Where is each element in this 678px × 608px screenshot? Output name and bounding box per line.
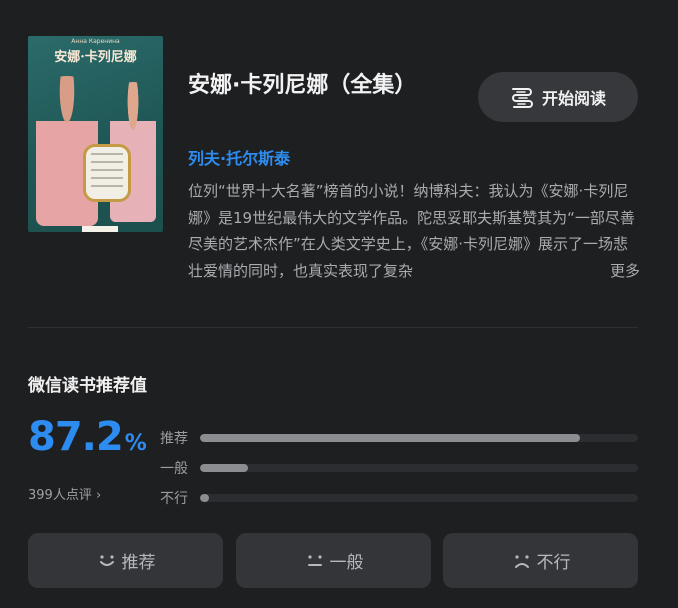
- rating-heading: 微信读书推荐值: [28, 376, 147, 396]
- cover-frame: [83, 144, 131, 202]
- vote-label: 推荐: [121, 553, 156, 573]
- read-book-icon: [511, 88, 533, 108]
- bar-label: 不行: [160, 491, 188, 507]
- frown-icon: [514, 554, 529, 568]
- book-cover[interactable]: Анна Каренина 安娜·卡列尼娜: [28, 36, 163, 232]
- smile-icon: [99, 554, 114, 566]
- recommend-score: 87.2%: [28, 414, 147, 460]
- cover-title: 安娜·卡列尼娜: [54, 50, 137, 65]
- bar-fill: [200, 494, 209, 502]
- review-count-link[interactable]: 399人点评 ›: [28, 484, 101, 503]
- start-reading-button[interactable]: 开始阅读: [478, 72, 638, 122]
- book-description: 位列“世界十大名著”榜首的小说！纳博科夫：我认为《安娜·卡列尼娜》是19世纪最伟…: [188, 178, 640, 284]
- more-link[interactable]: 更多: [605, 258, 640, 284]
- bar-track: [200, 434, 638, 442]
- bar-track: [200, 464, 638, 472]
- vote-recommend-button[interactable]: 推荐: [28, 533, 223, 588]
- bar-fill: [200, 464, 249, 472]
- bar-track: [200, 494, 638, 502]
- chevron-right-icon: ›: [95, 488, 102, 503]
- rating-bar-row: 一般: [160, 453, 638, 483]
- vote-dislike-button[interactable]: 不行: [443, 533, 638, 588]
- vote-label: 一般: [329, 553, 364, 573]
- rating-distribution: 推荐 一般 不行: [160, 423, 638, 513]
- rating-bar-row: 推荐: [160, 423, 638, 453]
- vote-label: 不行: [536, 553, 571, 573]
- rating-bar-row: 不行: [160, 483, 638, 513]
- start-reading-label: 开始阅读: [541, 89, 606, 108]
- bar-label: 一般: [160, 461, 188, 477]
- book-detail-page: Анна Каренина 安娜·卡列尼娜 安娜·卡列尼娜（全集） 列夫·托尔斯…: [0, 0, 678, 608]
- divider: [28, 327, 638, 328]
- cover-badge: [82, 226, 118, 232]
- neutral-face-icon: [307, 554, 322, 566]
- review-count: 399人点评: [28, 488, 92, 503]
- author-link[interactable]: 列夫·托尔斯泰: [188, 145, 290, 169]
- bar-label: 推荐: [160, 431, 188, 447]
- score-value: 87.2: [28, 414, 124, 460]
- book-title: 安娜·卡列尼娜（全集）: [188, 73, 417, 98]
- bar-fill: [200, 434, 581, 442]
- score-unit: %: [124, 431, 147, 456]
- vote-neutral-button[interactable]: 一般: [236, 533, 431, 588]
- cover-subtitle: Анна Каренина: [71, 38, 120, 45]
